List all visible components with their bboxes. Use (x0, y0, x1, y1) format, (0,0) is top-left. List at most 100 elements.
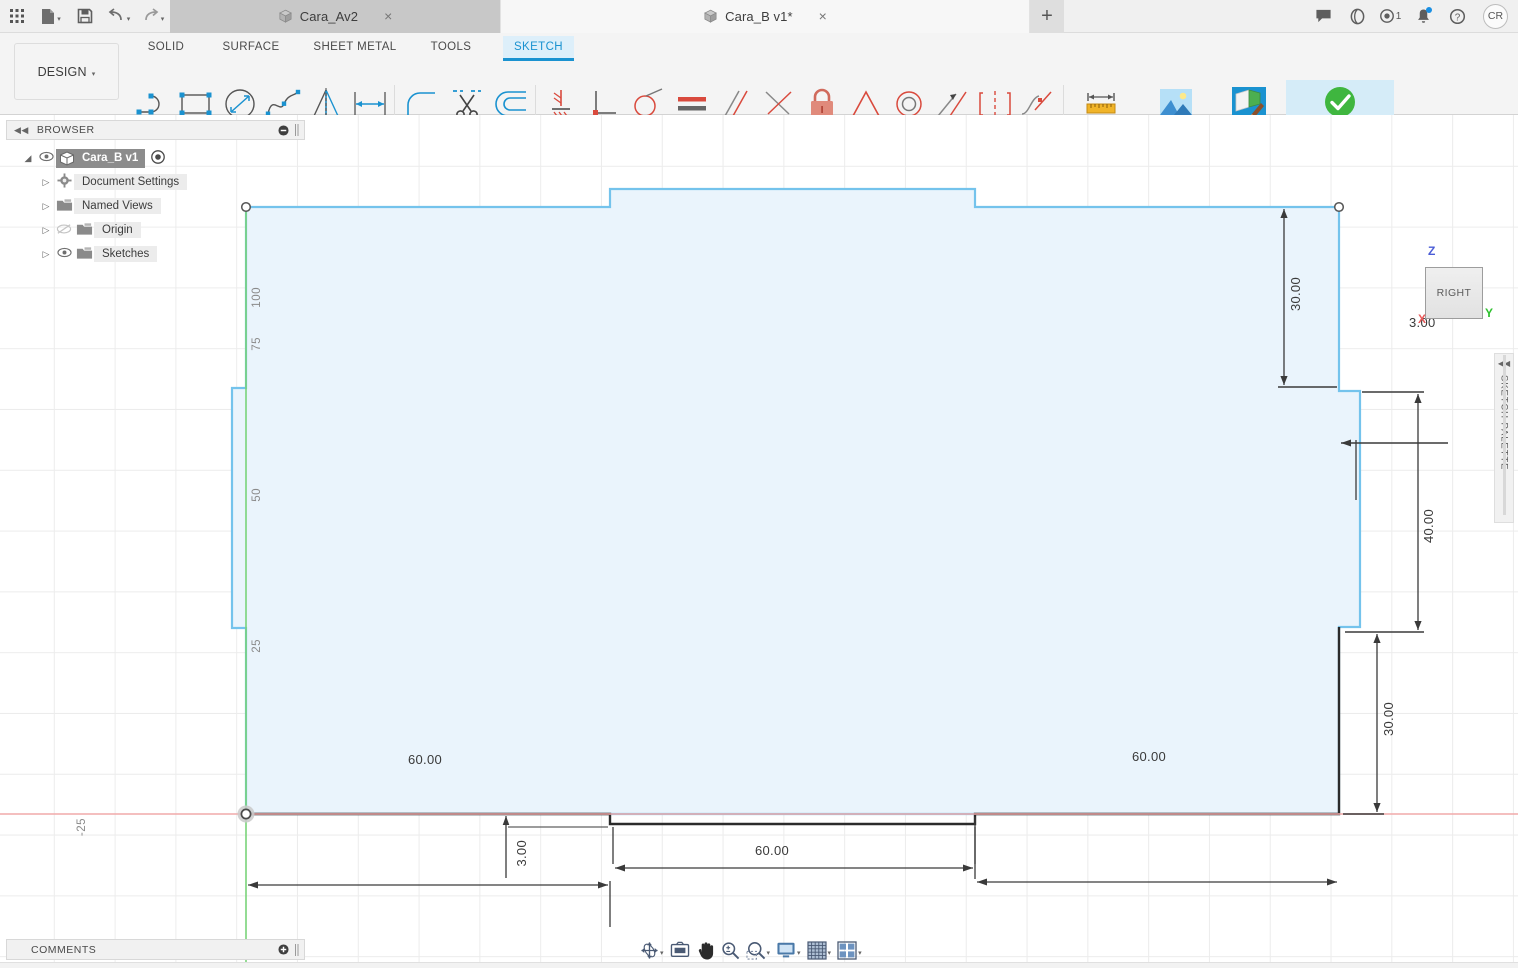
doc-tab-cara-b-v1-label: Cara_B v1* (725, 8, 793, 24)
title-bar: ▾ ▾ ▾ Cara_Av2 × Cara_B v1* × + 1 ? CR (0, 0, 1518, 33)
profile-region-fill (232, 189, 1360, 814)
navigation-bar: ▾ ▾ ▾ ▾ ▾ (637, 936, 865, 964)
doc-tab-cara-av2-label: Cara_Av2 (299, 8, 359, 24)
comments-resize-handle[interactable] (295, 943, 299, 956)
doc-tab-cara-av2-close-icon[interactable]: × (384, 8, 392, 24)
grid-snaps-icon[interactable]: ▾ (804, 936, 835, 964)
comments-icon[interactable] (1306, 0, 1340, 33)
finish-sketch-check-icon (1325, 87, 1355, 117)
origin-point (240, 808, 252, 820)
zoom-window-caret-icon[interactable]: ▾ (767, 949, 771, 957)
new-file-icon[interactable]: ▾ (34, 0, 68, 33)
doc-tab-cara-av2[interactable]: Cara_Av2 × (170, 0, 500, 33)
doc-tab-cara-b-v1[interactable]: Cara_B v1* × (500, 0, 1030, 33)
browser-panel-header: ◀◀ BROWSER (6, 120, 305, 140)
tree-item-named-views-label: Named Views (74, 198, 161, 214)
dimension-60-right[interactable]: 60.00 (1132, 749, 1166, 764)
job-status-icon[interactable]: 1 (1374, 0, 1406, 33)
look-at-icon[interactable] (667, 936, 693, 964)
view-cube[interactable]: RIGHT Z Y X (1418, 244, 1493, 326)
zoom-icon[interactable] (718, 936, 743, 964)
axis-label-y: Y (1485, 306, 1494, 320)
axis-label-50: 50 (251, 488, 263, 502)
redo-caret[interactable]: ▾ (161, 15, 165, 23)
component-activate-radio[interactable] (151, 149, 166, 167)
tree-item-sketches[interactable]: ▷ Sketches (6, 242, 305, 266)
dim-30-lower-arrow-bottom (1373, 803, 1381, 812)
orbit-caret-icon[interactable]: ▾ (660, 949, 664, 957)
tree-expand-arrow-icon[interactable]: ▷ (38, 177, 54, 188)
dimension-30-lower-right[interactable]: 30.00 (1381, 702, 1396, 736)
tree-item-sketches-label: Sketches (94, 246, 158, 262)
grid-snaps-caret-icon[interactable]: ▾ (828, 949, 832, 957)
dim-3-bottom-arrow (502, 816, 510, 825)
browser-tree: ◢ Cara_B v1 ▷ Document Settings ▷ Named … (6, 146, 305, 266)
tree-item-named-views[interactable]: ▷ Named Views (6, 194, 305, 218)
ribbon-tab-surface[interactable]: SURFACE (213, 36, 289, 58)
new-file-caret[interactable]: ▾ (57, 15, 61, 23)
tree-item-document-settings[interactable]: ▷ Document Settings (6, 170, 305, 194)
dimension-60-bottom[interactable]: 60.00 (755, 843, 789, 858)
document-tab-strip: Cara_Av2 × Cara_B v1* × + (170, 0, 1306, 33)
browser-collapse-icon[interactable]: ◀◀ (14, 125, 29, 136)
dim-30-lower-arrow-top (1373, 634, 1381, 643)
workspace-label: DESIGN (37, 64, 87, 79)
tree-expand-arrow-icon[interactable]: ▷ (38, 225, 54, 236)
pan-icon[interactable] (693, 936, 718, 964)
ribbon-tab-solid[interactable]: SOLID (140, 36, 192, 58)
folder-icon (74, 246, 94, 263)
help-globe-icon[interactable] (1340, 0, 1374, 33)
dim-40-arrow-bottom (1414, 621, 1422, 630)
dimension-60-left[interactable]: 60.00 (408, 752, 442, 767)
dimension-3-bottom[interactable]: 3.00 (514, 840, 529, 867)
redo-icon[interactable]: ▾ (136, 0, 170, 33)
add-comment-icon[interactable] (278, 944, 289, 955)
document-cube-icon (704, 9, 718, 23)
workspace-selector[interactable]: DESIGN ▾ (14, 43, 119, 100)
save-icon[interactable] (68, 0, 102, 33)
axis-label-neg-25: -25 (76, 818, 88, 837)
component-cube-icon (60, 150, 74, 166)
new-document-tab-button[interactable]: + (1030, 0, 1064, 33)
ribbon-tab-tools[interactable]: TOOLS (421, 36, 481, 58)
viewports-caret-icon[interactable]: ▾ (858, 949, 862, 957)
view-cube-face[interactable]: RIGHT (1425, 267, 1483, 319)
undo-icon[interactable]: ▾ (102, 0, 136, 33)
ribbon-tab-sheet-metal[interactable]: SHEET METAL (303, 36, 407, 58)
doc-tab-cara-b-v1-close-icon[interactable]: × (819, 8, 827, 24)
dimension-40-right[interactable]: 40.00 (1421, 509, 1436, 543)
zoom-window-icon[interactable]: ▾ (743, 936, 774, 964)
tree-item-cara-b-v1[interactable]: ◢ Cara_B v1 (6, 146, 305, 170)
job-status-count: 1 (1395, 10, 1402, 22)
visibility-eye-icon[interactable] (36, 151, 56, 165)
tree-expand-arrow-icon[interactable]: ▷ (38, 201, 54, 212)
display-settings-icon[interactable]: ▾ (773, 936, 804, 964)
undo-caret[interactable]: ▾ (127, 15, 131, 23)
browser-header-actions (278, 124, 304, 136)
visibility-eye-off-icon[interactable] (54, 223, 74, 238)
axis-label-75: 75 (251, 337, 263, 351)
tree-item-cara-b-v1-label: Cara_B v1 (82, 152, 139, 164)
dimension-30-upper-right[interactable]: 30.00 (1288, 277, 1303, 311)
tree-expand-arrow-icon[interactable]: ▷ (38, 249, 54, 260)
notifications-bell-icon[interactable] (1406, 0, 1440, 33)
visibility-eye-icon[interactable] (54, 247, 74, 261)
app-grid-icon[interactable] (0, 0, 34, 33)
axis-label-z: Z (1428, 244, 1436, 258)
help-question-icon[interactable]: ? (1440, 0, 1474, 33)
tree-item-origin[interactable]: ▷ Origin (6, 218, 305, 242)
display-settings-caret-icon[interactable]: ▾ (797, 949, 801, 957)
avatar[interactable]: CR (1483, 3, 1508, 29)
dim-60-left-arrow-l (248, 881, 258, 889)
notification-badge (1426, 6, 1432, 13)
browser-resize-handle[interactable] (295, 124, 299, 136)
sketch-palette-scrollbar[interactable] (1500, 355, 1509, 515)
dim-40-arrow-top (1414, 394, 1422, 403)
svg-text:?: ? (1454, 12, 1460, 23)
tree-expand-arrow-icon[interactable]: ◢ (20, 153, 36, 164)
workspace-caret-icon[interactable]: ▾ (92, 70, 96, 78)
browser-minimize-icon[interactable] (278, 124, 289, 136)
orbit-icon[interactable]: ▾ (637, 936, 667, 964)
ribbon-tab-sketch[interactable]: SKETCH (503, 36, 574, 61)
viewports-icon[interactable]: ▾ (834, 936, 865, 964)
